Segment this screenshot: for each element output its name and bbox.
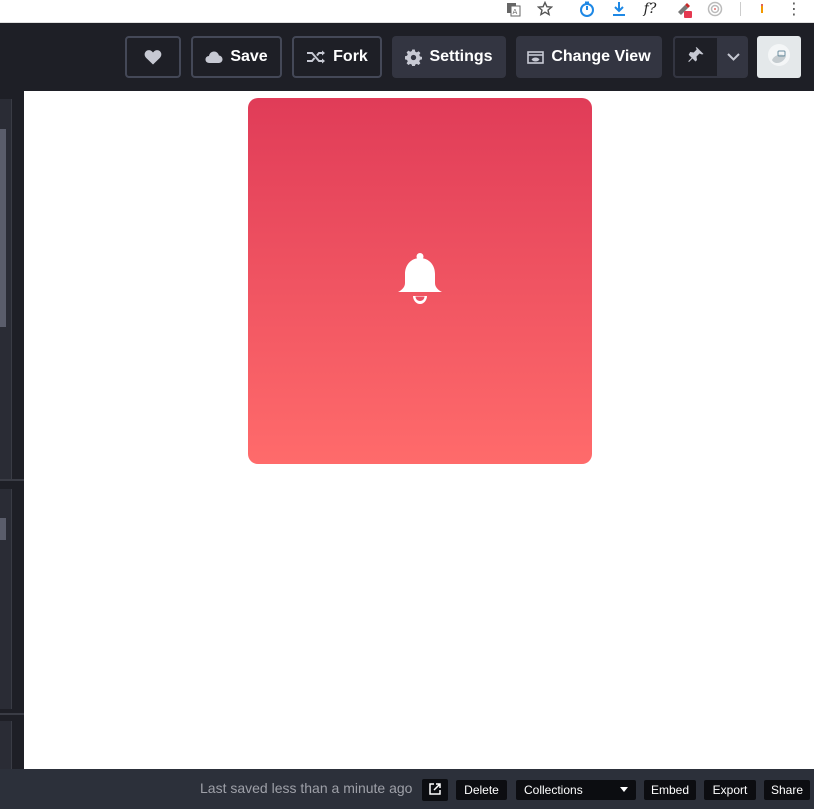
delete-button[interactable]: Delete [456, 780, 507, 800]
editor-scrollbar[interactable] [0, 518, 6, 540]
layout-icon [527, 50, 545, 64]
download-extension-icon[interactable] [610, 0, 628, 18]
settings-label: Settings [429, 48, 493, 65]
pane-divider[interactable] [0, 479, 24, 481]
fork-button[interactable]: Fork [292, 36, 382, 78]
collapsed-editor-panes [0, 91, 24, 769]
editor-header: Save Fork Settings Change View [0, 23, 814, 91]
user-avatar[interactable] [757, 36, 801, 78]
pin-icon [688, 46, 704, 68]
collections-select[interactable]: Collections [516, 780, 636, 800]
pane-divider[interactable] [0, 713, 24, 715]
external-link-icon [429, 782, 441, 798]
kebab-menu-icon[interactable]: ⋮ [785, 0, 803, 18]
last-saved-status: Last saved less than a minute ago [200, 780, 413, 796]
share-button[interactable]: Share [764, 780, 810, 800]
notification-extension-icon[interactable] [753, 0, 771, 18]
like-button[interactable] [125, 36, 181, 78]
pin-group [673, 36, 748, 78]
change-view-button[interactable]: Change View [516, 36, 662, 78]
collections-label: Collections [524, 783, 583, 797]
pin-button[interactable] [673, 36, 719, 78]
star-icon[interactable] [536, 0, 554, 18]
caret-down-icon [620, 787, 628, 792]
settings-button[interactable]: Settings [392, 36, 506, 78]
embed-button[interactable]: Embed [644, 780, 696, 800]
svg-text:A: A [512, 8, 517, 16]
change-view-label: Change View [551, 48, 651, 65]
color-picker-icon[interactable] [675, 0, 693, 18]
open-in-new-window-button[interactable] [422, 779, 448, 801]
editor-pane-js[interactable] [0, 721, 12, 769]
toolbar-separator [740, 2, 741, 16]
chevron-down-icon [727, 48, 740, 66]
editor-scrollbar[interactable] [0, 129, 6, 327]
editor-footer: Last saved less than a minute ago Delete… [0, 769, 814, 809]
fork-icon [306, 50, 326, 64]
pin-dropdown-button[interactable] [719, 36, 748, 78]
translate-icon[interactable]: A [504, 0, 522, 18]
user-avatar-icon [766, 42, 792, 73]
save-label: Save [230, 48, 268, 65]
heart-icon [144, 49, 162, 65]
bell-icon [396, 252, 444, 310]
timer-extension-icon[interactable] [578, 0, 596, 18]
browser-extension-bar: A f? ⋮ [0, 0, 814, 23]
gear-icon [405, 49, 423, 66]
export-button[interactable]: Export [704, 780, 756, 800]
font-finder-icon[interactable]: f? [641, 0, 659, 18]
target-extension-icon[interactable] [706, 0, 724, 18]
notification-card [248, 98, 592, 464]
save-button[interactable]: Save [191, 36, 282, 78]
cloud-icon [205, 51, 223, 63]
fork-label: Fork [333, 48, 368, 65]
